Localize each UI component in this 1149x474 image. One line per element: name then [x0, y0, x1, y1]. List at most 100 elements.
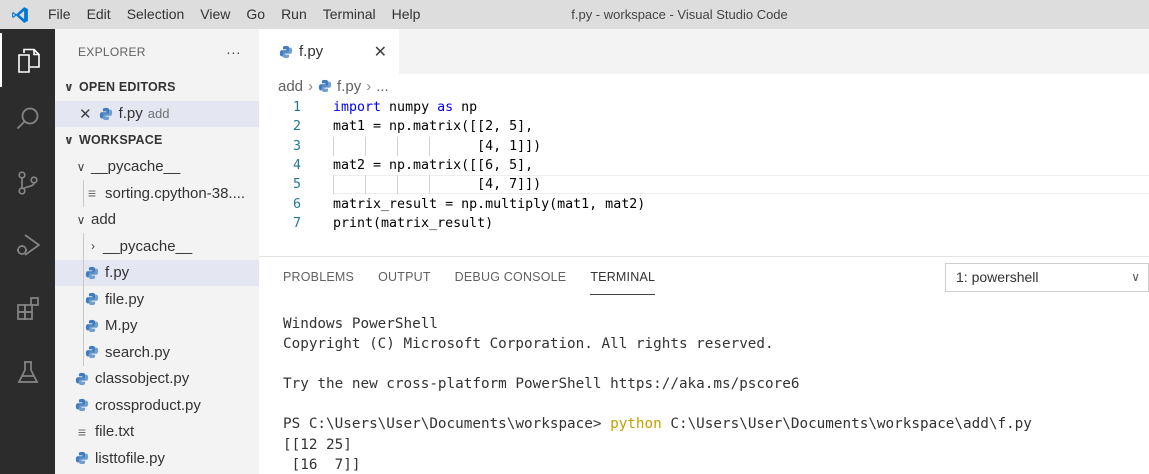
search-icon[interactable]	[0, 92, 55, 146]
menu-edit[interactable]: Edit	[79, 0, 119, 29]
folder-item-add[interactable]: ∨ add	[55, 207, 259, 234]
tab-output[interactable]: OUTPUT	[378, 257, 431, 297]
terminal-output-line: [16 7]]	[283, 456, 361, 473]
tree-indent-guide	[83, 180, 84, 207]
terminal-line: Try the new cross-platform PowerShell ht…	[283, 376, 800, 393]
source-control-icon[interactable]	[0, 156, 55, 210]
menu-selection[interactable]: Selection	[119, 0, 193, 29]
file-item-m-py[interactable]: M.py	[55, 312, 259, 339]
workspace-section[interactable]: ∨ WORKSPACE	[55, 127, 259, 154]
run-debug-icon[interactable]	[0, 218, 55, 272]
code-module: numpy	[381, 100, 438, 115]
menu-help[interactable]: Help	[384, 0, 429, 29]
close-icon[interactable]: ✕	[374, 42, 387, 62]
terminal-select[interactable]: 1: powershell ∨	[945, 263, 1149, 292]
explorer-title: EXPLORER	[78, 44, 146, 59]
python-file-icon	[318, 79, 332, 93]
python-file-icon	[75, 372, 89, 385]
terminal-line: Windows PowerShell	[283, 316, 438, 332]
file-item-file-py[interactable]: file.py	[55, 286, 259, 313]
menu-run[interactable]: Run	[273, 0, 315, 29]
tab-problems[interactable]: PROBLEMS	[283, 257, 354, 297]
file-item-listtofile-py[interactable]: listtofile.py	[55, 445, 259, 472]
explorer-icon[interactable]	[0, 33, 55, 87]
code-line: 4 mat2 = np.matrix([[6, 5],	[259, 156, 1149, 175]
file-item-classobject-py[interactable]: classobject.py	[55, 366, 259, 393]
terminal-select-value: 1: powershell	[956, 269, 1039, 285]
menu-terminal[interactable]: Terminal	[315, 0, 384, 29]
workspace-label: WORKSPACE	[79, 133, 163, 148]
file-label: classobject.py	[95, 370, 190, 388]
file-item-f-py[interactable]: f.py	[55, 259, 259, 286]
activity-bar	[0, 29, 55, 474]
file-label: crossproduct.py	[95, 396, 201, 414]
file-item-file-txt[interactable]: ≡ file.txt	[55, 419, 259, 446]
breadcrumb: add › f.py › ...	[259, 74, 1149, 98]
code-line: 2 mat1 = np.matrix([[2, 5],	[259, 117, 1149, 136]
file-label: sorting.cpython-38....	[105, 184, 246, 202]
python-file-icon	[75, 399, 89, 412]
more-actions-icon[interactable]: ···	[226, 44, 241, 60]
open-editors-section[interactable]: ∨ OPEN EDITORS	[55, 74, 259, 101]
python-file-icon	[85, 346, 99, 359]
file-item-crossproduct-py[interactable]: crossproduct.py	[55, 392, 259, 419]
file-label: M.py	[105, 317, 138, 335]
terminal-command-arg: C:\Users\User\Documents\workspace\add\f.…	[661, 416, 1032, 433]
line-number: 5	[292, 177, 301, 193]
code-text: mat2 = np.matrix([[6, 5],	[333, 157, 534, 173]
code-text: mat1 = np.matrix([[2, 5],	[333, 119, 534, 135]
file-item-sorting-cpython[interactable]: ≡ sorting.cpython-38....	[55, 180, 259, 207]
menu-file[interactable]: File	[40, 0, 79, 29]
vscode-logo-icon	[0, 0, 40, 29]
close-icon[interactable]: ✕	[79, 105, 92, 123]
open-editor-item[interactable]: ✕ f.py add	[55, 100, 259, 127]
text-file-icon: ≡	[77, 423, 87, 440]
editor-tabs: f.py ✕	[259, 29, 1149, 74]
breadcrumb-file[interactable]: f.py	[337, 78, 361, 95]
line-number: 4	[292, 157, 301, 173]
menu-go[interactable]: Go	[238, 0, 273, 29]
testing-icon[interactable]	[0, 345, 55, 399]
chevron-down-icon: ∨	[64, 80, 74, 95]
breadcrumb-symbol[interactable]: ...	[376, 78, 389, 95]
file-label: listtofile.py	[95, 449, 166, 467]
folder-item-add-pycache[interactable]: › __pycache__	[55, 233, 259, 260]
code-text: print(matrix_result)	[333, 215, 494, 231]
menu-view[interactable]: View	[192, 0, 238, 29]
tab-debug-console[interactable]: DEBUG CONSOLE	[455, 257, 567, 297]
code-alias: np	[453, 100, 478, 115]
folder-item-pycache[interactable]: ∨ __pycache__	[55, 154, 259, 181]
terminal-line: Copyright (C) Microsoft Corporation. All…	[283, 336, 774, 353]
chevron-down-icon: ∨	[64, 133, 74, 148]
code-text: [4, 7]])	[333, 177, 542, 193]
explorer-sidebar: EXPLORER ··· ∨ OPEN EDITORS ✕ f.py add ∨…	[55, 29, 259, 474]
chevron-right-icon: ›	[308, 77, 314, 95]
python-file-icon	[85, 319, 99, 332]
python-file-icon	[85, 266, 99, 279]
tree-indent-guide	[83, 312, 84, 339]
folder-label: add	[91, 211, 117, 229]
tab-label: f.py	[299, 43, 324, 60]
terminal-command: python	[610, 416, 662, 433]
tab-terminal[interactable]: TERMINAL	[590, 257, 655, 297]
open-editor-filename: f.py	[118, 105, 143, 123]
code-line: 1 import numpy as np	[259, 98, 1149, 117]
code-line: 7 print(matrix_result)	[259, 214, 1149, 233]
tree-indent-guide	[83, 259, 84, 286]
code-text: matrix_result = np.multiply(mat1, mat2)	[333, 196, 646, 212]
line-number: 6	[292, 196, 301, 212]
code-text: [4, 1]])	[333, 138, 542, 154]
tree-indent-guide	[83, 286, 84, 313]
code-line-current: 5 [4, 7]])	[259, 175, 1149, 195]
python-file-icon	[75, 452, 89, 465]
line-number: 7	[292, 215, 301, 231]
folder-label: __pycache__	[103, 237, 193, 255]
folder-label: __pycache__	[91, 158, 181, 176]
keyword-import: import	[333, 100, 382, 115]
breadcrumb-folder[interactable]: add	[278, 78, 303, 95]
tab-f-py[interactable]: f.py ✕	[259, 29, 399, 74]
file-item-search-py[interactable]: search.py	[55, 339, 259, 366]
terminal-output[interactable]: Windows PowerShell Copyright (C) Microso…	[283, 314, 1032, 474]
code-editor[interactable]: 1 import numpy as np 2 mat1 = np.matrix(…	[259, 98, 1149, 256]
extensions-icon[interactable]	[0, 282, 55, 336]
